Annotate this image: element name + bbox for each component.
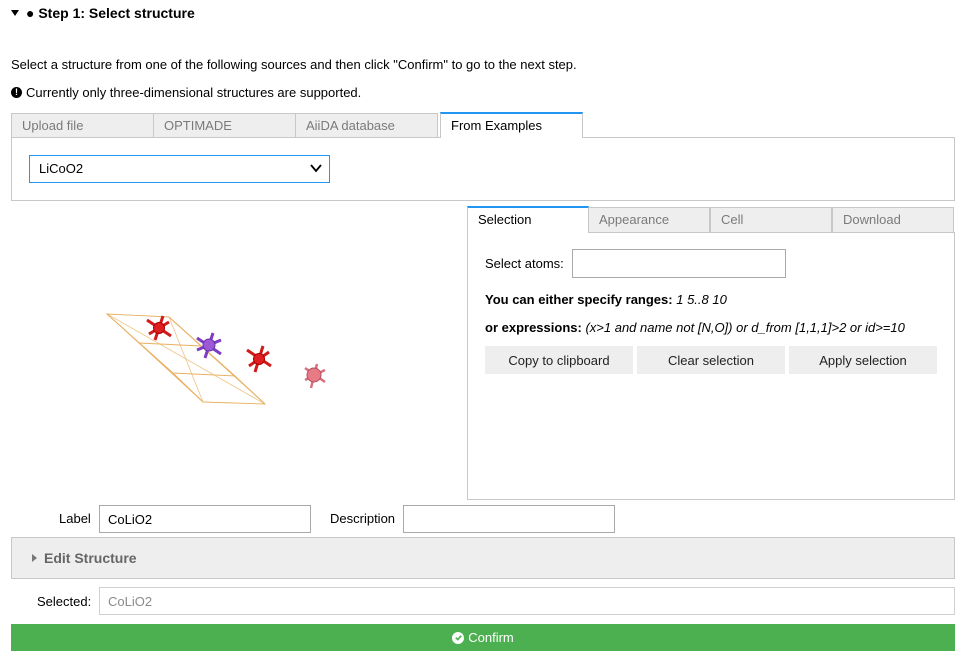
tab-aiida-database[interactable]: AiiDA database	[295, 113, 438, 138]
source-tabs: Upload file OPTIMADE AiiDA database From…	[11, 112, 955, 138]
label-label: Label	[59, 511, 91, 526]
confirm-label: Confirm	[468, 630, 514, 645]
tab-upload-file[interactable]: Upload file	[11, 113, 154, 138]
apply-selection-button[interactable]: Apply selection	[789, 346, 937, 374]
atom-o-1	[304, 363, 326, 389]
exclamation-circle-icon: !	[11, 87, 22, 98]
tab-optimade[interactable]: OPTIMADE	[153, 113, 296, 138]
structure-viewer[interactable]	[11, 206, 461, 500]
selected-field: CoLiO2	[99, 587, 955, 615]
selected-label: Selected:	[37, 594, 92, 609]
unit-cell	[105, 313, 267, 405]
structure-3d-view[interactable]	[11, 206, 461, 500]
tab-selection[interactable]: Selection	[467, 206, 589, 233]
atom-co-2	[246, 345, 272, 373]
caret-right-icon	[32, 554, 37, 562]
selection-panel: Select atoms: You can either specify ran…	[467, 232, 955, 500]
expressions-label: or expressions:	[485, 320, 582, 335]
step-title: ● Step 1: Select structure	[26, 5, 195, 21]
description-label: Description	[330, 511, 396, 526]
copy-to-clipboard-button[interactable]: Copy to clipboard	[485, 346, 633, 374]
check-circle-icon	[452, 631, 465, 644]
confirm-button[interactable]: Confirm	[11, 624, 955, 651]
edit-structure-label: Edit Structure	[44, 550, 137, 566]
ranges-hint: You can either specify ranges: 1 5..8 10	[485, 292, 727, 307]
dimension-note: ! Currently only three-dimensional struc…	[11, 85, 361, 100]
ranges-example: 1 5..8 10	[676, 292, 727, 307]
description-input[interactable]	[403, 505, 615, 533]
viewer-tabs: Selection Appearance Cell Download	[467, 206, 955, 233]
tab-appearance[interactable]: Appearance	[588, 207, 710, 232]
clear-selection-button[interactable]: Clear selection	[637, 346, 785, 374]
example-select-value: LiCoO2	[39, 161, 84, 176]
ranges-label: You can either specify ranges:	[485, 292, 673, 307]
select-atoms-input[interactable]	[572, 249, 786, 278]
expressions-hint: or expressions: (x>1 and name not [N,O])…	[485, 320, 905, 335]
caret-down-icon	[11, 10, 19, 16]
chevron-down-icon	[310, 164, 322, 173]
atom-co-1	[146, 315, 172, 341]
tab-download[interactable]: Download	[832, 207, 954, 232]
source-panel: LiCoO2	[11, 137, 955, 201]
expressions-example: (x>1 and name not [N,O]) or d_from [1,1,…	[585, 320, 905, 335]
example-structure-select[interactable]: LiCoO2	[29, 155, 330, 183]
tab-from-examples[interactable]: From Examples	[440, 112, 583, 138]
select-atoms-label: Select atoms:	[485, 256, 564, 271]
label-input[interactable]	[99, 505, 311, 533]
tab-cell[interactable]: Cell	[710, 207, 832, 232]
step-1-header[interactable]: ● Step 1: Select structure	[11, 5, 195, 21]
edit-structure-accordion[interactable]: Edit Structure	[11, 537, 955, 579]
note-text: Currently only three-dimensional structu…	[26, 85, 362, 100]
intro-text: Select a structure from one of the follo…	[11, 57, 577, 72]
